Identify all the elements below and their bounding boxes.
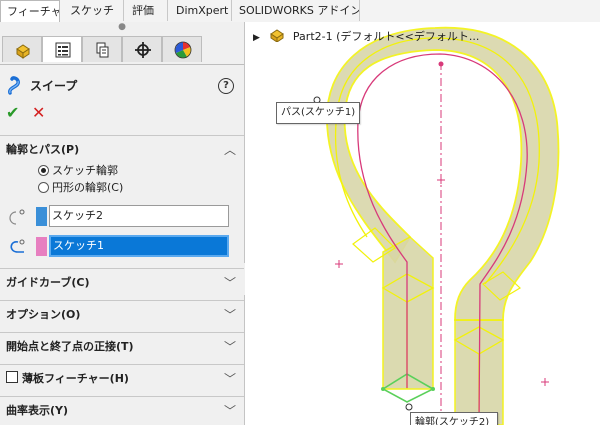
section-options[interactable]: オプション(O) ﹀ [0, 300, 244, 330]
section-profile-path[interactable]: 輪郭とパス(P) ︿ [0, 135, 244, 165]
panel-grip-icon[interactable]: ● [0, 22, 244, 34]
radio-circular-profile-label: 円形の輪郭(C) [52, 181, 124, 194]
chevron-down-icon[interactable]: ﹀ [224, 333, 236, 361]
radio-unselected-icon[interactable] [38, 182, 49, 193]
section-tangency[interactable]: 開始点と終了点の正接(T) ﹀ [0, 332, 244, 362]
chevron-down-icon[interactable]: ﹀ [224, 269, 236, 297]
section-guide-curves-title: ガイドカーブ(C) [6, 276, 90, 289]
dimxpertmanager-icon [135, 42, 151, 58]
radio-sketch-profile-label: スケッチ輪郭 [52, 164, 118, 177]
section-profile-path-title: 輪郭とパス(P) [6, 143, 80, 156]
manager-icon-tabs [0, 34, 244, 65]
section-options-title: オプション(O) [6, 308, 81, 321]
path-selection-row: スケッチ1 [0, 234, 244, 258]
help-icon[interactable]: ? [218, 78, 234, 94]
callout-anchor [405, 403, 413, 411]
displaymanager-icon [174, 41, 192, 59]
tab-evaluate[interactable]: 評価 [124, 0, 168, 21]
section-thin-feature[interactable]: 薄板フィーチャー(H) ﹀ [0, 364, 244, 394]
sweep-body-left-leg [382, 236, 434, 390]
command-manager-tabs: フィーチャー スケッチ 評価 DimXpert SOLIDWORKS アドイン [0, 0, 600, 23]
path-selection-box[interactable]: スケッチ1 [49, 235, 229, 257]
graphics-viewport[interactable]: ▶ Part2-1 (デフォルト<<デフォルト... パス(スケッチ1) 輪郭(… [245, 22, 600, 425]
featuremanager-icon [16, 44, 30, 59]
radio-sketch-profile[interactable]: スケッチ輪郭 [38, 163, 118, 179]
section-curvature-display[interactable]: 曲率表示(Y) ﹀ [0, 396, 244, 426]
dimxpertmanager-tab[interactable] [122, 36, 162, 62]
tab-features[interactable]: フィーチャー [0, 0, 60, 22]
section-thin-feature-title: 薄板フィーチャー(H) [22, 372, 129, 385]
origin-marker-icon [437, 176, 445, 184]
part-icon [270, 29, 285, 43]
path-callout[interactable]: パス(スケッチ1) [276, 102, 361, 124]
featuremanager-flyout-tree[interactable]: ▶ Part2-1 (デフォルト<<デフォルト... [253, 28, 479, 46]
tab-solidworks-addins[interactable]: SOLIDWORKS アドイン [232, 0, 360, 21]
thin-feature-checkbox[interactable] [6, 371, 18, 383]
section-guide-curves[interactable]: ガイドカーブ(C) ﹀ [0, 268, 244, 298]
chevron-up-icon[interactable]: ︿ [224, 136, 236, 164]
configurationmanager-tab[interactable] [82, 36, 122, 62]
displaymanager-tab[interactable] [162, 36, 202, 62]
origin-marker-icon [541, 378, 549, 386]
cancel-button[interactable]: ✕ [32, 104, 45, 122]
profile-selection-box[interactable]: スケッチ2 [49, 205, 229, 227]
path-color-swatch [36, 237, 47, 256]
path-selector-icon [10, 239, 25, 253]
feature-title: スイープ [30, 79, 78, 93]
radio-circular-profile[interactable]: 円形の輪郭(C) [38, 180, 123, 196]
section-tangency-title: 開始点と終了点の正接(T) [6, 340, 134, 353]
profile-color-swatch [36, 207, 47, 226]
propertymanager-icon [55, 42, 71, 58]
tab-sketch[interactable]: スケッチ [60, 0, 124, 21]
tab-dimxpert[interactable]: DimXpert [168, 0, 232, 21]
profile-selection-row: スケッチ2 [0, 204, 244, 228]
sketch-point [381, 387, 385, 391]
profile-callout[interactable]: 輪郭(スケッチ2) [410, 412, 498, 425]
expand-arrow-icon[interactable]: ▶ [253, 33, 260, 43]
sweep-body-loop [326, 26, 560, 321]
configurationmanager-icon [96, 42, 109, 58]
chevron-down-icon[interactable]: ﹀ [224, 301, 236, 329]
feature-title-row: スイープ ? [0, 72, 244, 98]
radio-selected-icon[interactable] [38, 165, 49, 176]
section-curvature-title: 曲率表示(Y) [6, 404, 69, 417]
chevron-down-icon[interactable]: ﹀ [224, 397, 236, 425]
origin-marker-icon [335, 260, 343, 268]
sketch-point [438, 61, 444, 67]
ok-button[interactable]: ✔ [6, 104, 19, 122]
chevron-down-icon[interactable]: ﹀ [224, 365, 236, 393]
sweep-model[interactable] [245, 22, 600, 425]
sketch-point [431, 387, 435, 391]
sweep-icon [8, 76, 20, 95]
featuremanager-tab[interactable] [2, 36, 42, 62]
property-manager-panel: ● スイープ ? ✔ ✕ 輪郭とパス(P) ︿ スケッチ輪郭 円形の輪郭(C) … [0, 22, 245, 425]
profile-selector-icon [9, 209, 25, 225]
propertymanager-tab[interactable] [42, 36, 82, 62]
part-tree-label: Part2-1 (デフォルト<<デフォルト... [292, 30, 480, 43]
